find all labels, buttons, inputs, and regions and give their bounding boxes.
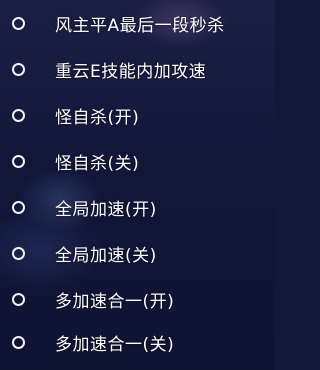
option-label: 全局加速(开) xyxy=(55,199,157,220)
radio-circle-icon[interactable] xyxy=(12,154,25,168)
option-label: 多加速合一(关) xyxy=(55,334,175,355)
radio-circle-icon[interactable] xyxy=(12,292,25,306)
radio-circle-icon[interactable] xyxy=(12,62,25,76)
option-multi-speed-combined-on[interactable]: 多加速合一(开) xyxy=(0,279,275,319)
cheat-options-list: 风主平A最后一段秒杀 重云E技能内加攻速 怪自杀(开) 怪自杀(关) 全局加速(… xyxy=(0,0,275,370)
option-global-speed-off[interactable]: 全局加速(关) xyxy=(0,233,275,273)
radio-circle-icon[interactable] xyxy=(12,335,25,349)
radio-circle-icon[interactable] xyxy=(12,246,25,260)
option-monster-suicide-on[interactable]: 怪自杀(开) xyxy=(0,95,275,135)
option-chongyun-e-attack-speed[interactable]: 重云E技能内加攻速 xyxy=(0,49,275,89)
option-label: 全局加速(关) xyxy=(55,245,157,266)
option-fengzhu-last-hit-kill[interactable]: 风主平A最后一段秒杀 xyxy=(0,3,275,43)
option-label: 重云E技能内加攻速 xyxy=(55,61,207,82)
option-multi-speed-combined-off[interactable]: 多加速合一(关) xyxy=(0,322,275,362)
radio-circle-icon[interactable] xyxy=(12,16,25,30)
option-global-speed-on[interactable]: 全局加速(开) xyxy=(0,187,275,227)
option-label: 风主平A最后一段秒杀 xyxy=(55,15,225,36)
option-monster-suicide-off[interactable]: 怪自杀(关) xyxy=(0,141,275,181)
radio-circle-icon[interactable] xyxy=(12,200,25,214)
radio-circle-icon[interactable] xyxy=(12,108,25,122)
option-label: 多加速合一(开) xyxy=(55,291,175,312)
option-label: 怪自杀(关) xyxy=(55,153,140,174)
option-label: 怪自杀(开) xyxy=(55,107,140,128)
